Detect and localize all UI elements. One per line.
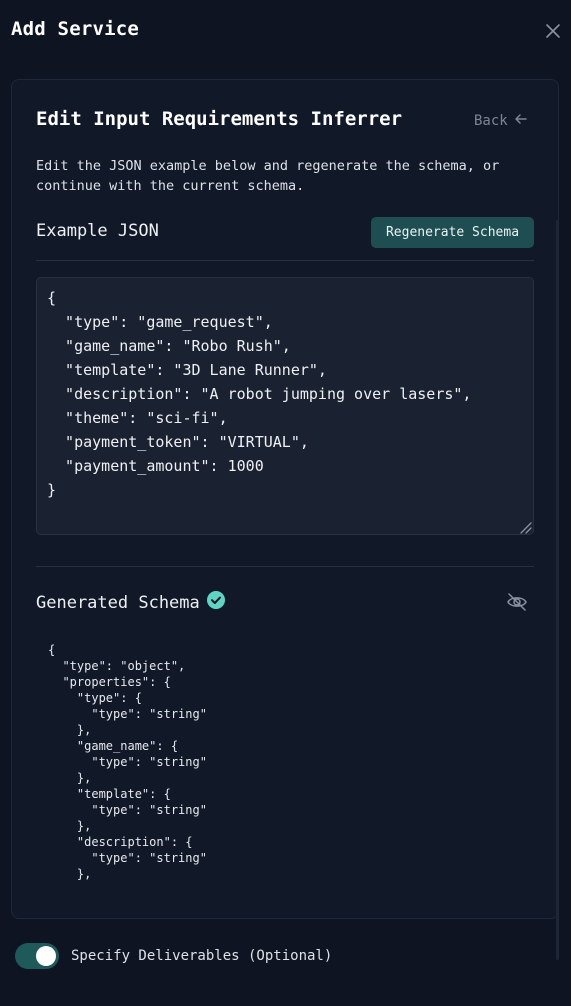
- close-icon[interactable]: [544, 22, 562, 40]
- deliverables-row: Specify Deliverables (Optional): [15, 943, 332, 969]
- regenerate-schema-button[interactable]: Regenerate Schema: [371, 217, 534, 248]
- panel-title: Edit Input Requirements Inferrer: [36, 108, 403, 130]
- resize-handle-icon[interactable]: [518, 519, 532, 534]
- example-json-editor[interactable]: { "type": "game_request", "game_name": "…: [36, 277, 534, 535]
- example-json-label: Example JSON: [36, 221, 159, 241]
- check-circle-icon: [206, 590, 226, 615]
- deliverables-toggle[interactable]: [15, 943, 59, 969]
- edit-panel: Edit Input Requirements Inferrer Back Ed…: [11, 79, 559, 919]
- back-button[interactable]: Back: [474, 112, 528, 130]
- arrow-left-icon: [514, 112, 528, 130]
- divider: [36, 566, 534, 567]
- panel-description: Edit the JSON example below and regenera…: [36, 158, 500, 194]
- generated-schema-heading: Generated Schema: [36, 590, 226, 615]
- panel-scrollbar[interactable]: [556, 220, 559, 960]
- generated-schema-label: Generated Schema: [36, 592, 200, 613]
- dialog-header: Add Service: [0, 0, 571, 62]
- dialog-title: Add Service: [11, 18, 140, 40]
- toggle-knob: [36, 946, 56, 966]
- deliverables-label: Specify Deliverables (Optional): [71, 948, 333, 964]
- back-label: Back: [474, 113, 508, 129]
- divider: [36, 260, 534, 261]
- generated-schema-code: { "type": "object", "properties": { "typ…: [48, 643, 207, 881]
- eye-off-icon[interactable]: [506, 591, 528, 613]
